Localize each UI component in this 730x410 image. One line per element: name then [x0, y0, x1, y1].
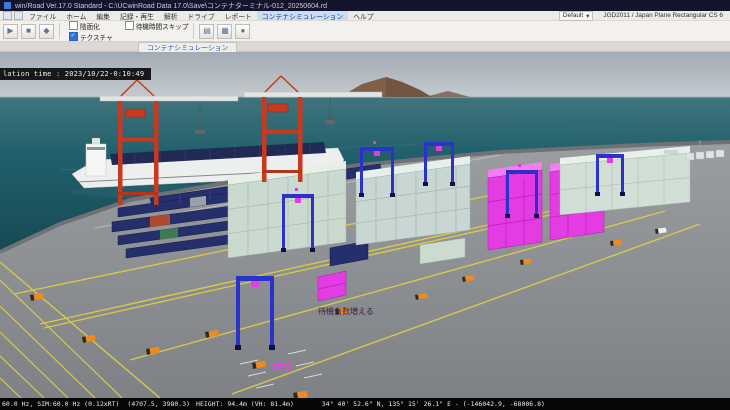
tab-container-simulation[interactable]: コンテナシミュレーション	[138, 42, 237, 52]
frame-rate-status: 60.0 Hz, SIM:60.0 Hz (0.12xRT)	[2, 400, 119, 408]
cursor-coordinates: (4707.5, 3980.3)	[127, 400, 190, 408]
skip-wait-time-checkbox[interactable]: 待機時間スキップ	[125, 21, 189, 31]
status-bar: 60.0 Hz, SIM:60.0 Hz (0.12xRT) (4707.5, …	[0, 398, 730, 410]
viewport-3d[interactable]: 待機台数増える 39ゴ lation time : 2023/10/22-0:1…	[0, 52, 730, 398]
checkbox-icon	[125, 21, 134, 30]
hidden-surface-checkbox[interactable]: 陰面化	[69, 21, 113, 31]
menu-item-analysis[interactable]: 解析	[159, 11, 183, 20]
toolbar-separator	[59, 23, 60, 39]
menu-item-help[interactable]: ヘルプ	[348, 11, 378, 20]
ribbon-tab-row: コンテナシミュレーション	[0, 42, 730, 52]
menu-item-file[interactable]: ファイル	[24, 11, 61, 20]
toolbar-separator	[193, 23, 194, 39]
grid-icon[interactable]: ▤	[199, 24, 214, 39]
annotation-vehicle-id: 39ゴ	[272, 361, 291, 372]
checkbox-icon	[69, 21, 78, 30]
default-dropdown[interactable]: Default ▾	[559, 11, 593, 21]
layers-icon[interactable]: ▦	[217, 24, 232, 39]
menu-bar: ファイル ホーム 編集 記録・再生 解析 ドライブ レポート コンテナシミュレー…	[0, 11, 730, 21]
title-bar: win/Road Ver.17.0 Standard - C:\UCwinRoa…	[0, 0, 730, 11]
application-window: win/Road Ver.17.0 Standard - C:\UCwinRoa…	[0, 0, 730, 410]
app-icon	[4, 2, 11, 9]
window-title: win/Road Ver.17.0 Standard - C:\UCwinRoa…	[15, 1, 327, 11]
chevron-down-icon: ▾	[586, 12, 589, 20]
menu-item-container-simulation[interactable]: コンテナシミュレーション	[257, 11, 348, 20]
geo-coordinates: 34° 40' 52.6" N, 135° 15' 26.1" E - (-14…	[322, 400, 545, 408]
checkbox-checked-icon	[69, 32, 78, 41]
terminal-scene: 待機台数増える 39ゴ	[0, 52, 730, 398]
coordinate-system-label: JGD2011 / Japan Plane Rectangular CS 6	[603, 12, 723, 19]
menu-right-area: Default ▾ JGD2011 / Japan Plane Rectangu…	[559, 11, 728, 21]
height-readout: HEIGHT: 94.4m (VH: 81.4m)	[196, 400, 294, 408]
play-icon[interactable]: ▶	[3, 24, 18, 39]
texture-checkbox[interactable]: テクスチャ	[69, 32, 113, 42]
menu-item-home[interactable]: ホーム	[61, 11, 91, 20]
annotation-waiting-count: 待機台数増える	[318, 306, 374, 316]
ship-funnel	[92, 138, 100, 144]
bridge-windows	[87, 147, 105, 150]
save-icon[interactable]	[14, 11, 23, 20]
menu-item-drive[interactable]: ドライブ	[183, 11, 220, 20]
simulation-time-overlay: lation time : 2023/10/22-0:10:49	[0, 68, 151, 80]
quick-access-icon[interactable]	[3, 11, 12, 20]
camera-icon[interactable]: ◆	[39, 24, 54, 39]
menu-item-record-play[interactable]: 記録・再生	[115, 11, 159, 20]
toolbar-checkbox-group: 陰面化 テクスチャ 待機時間スキップ	[69, 21, 188, 42]
magenta-container-block-1	[488, 162, 542, 250]
stop-icon[interactable]: ■	[21, 24, 36, 39]
settings-icon[interactable]: ●	[235, 24, 250, 39]
pale-container-block-1	[228, 161, 346, 258]
toolbar: ▶ ■ ◆ 陰面化 テクスチャ 待機時間スキップ ▤ ▦ ●	[0, 21, 730, 42]
menu-item-report[interactable]: レポート	[220, 11, 257, 20]
menu-item-edit[interactable]: 編集	[91, 11, 115, 20]
